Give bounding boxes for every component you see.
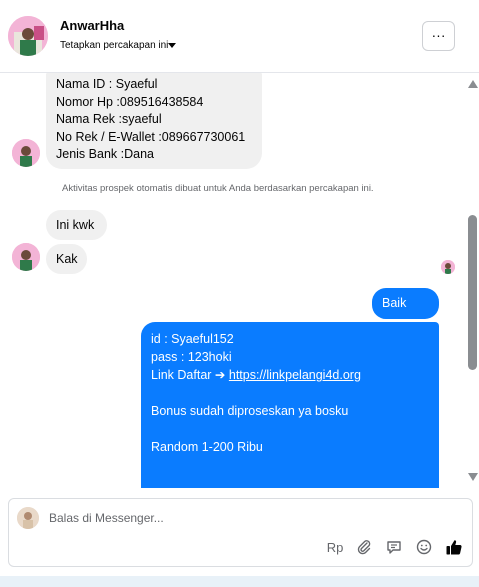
- seen-receipt-avatar: [441, 260, 455, 274]
- scrollbar[interactable]: [466, 73, 479, 488]
- link-prefix: Link Daftar ➔: [151, 368, 229, 382]
- scroll-down-arrow-icon[interactable]: [468, 473, 478, 481]
- message-line: Nomor Hp :089516438584: [56, 94, 204, 109]
- quick-reply-button[interactable]: [384, 537, 404, 557]
- contact-avatar-small: [12, 243, 40, 271]
- message-composer: Rp: [8, 498, 473, 567]
- message-outgoing: Baik kak: [372, 288, 439, 341]
- reply-input[interactable]: [49, 509, 409, 527]
- chevron-down-icon[interactable]: [168, 43, 176, 48]
- attach-icon: [357, 540, 371, 555]
- more-options-button[interactable]: ···: [422, 21, 455, 51]
- assign-conversation-label[interactable]: Tetapkan percakapan ini: [60, 40, 168, 51]
- contact-name[interactable]: AnwarHha: [60, 18, 124, 33]
- user-avatar: [17, 507, 39, 529]
- contact-avatar-small: [12, 139, 40, 167]
- register-link[interactable]: https://linkpelangi4d.org: [229, 368, 361, 382]
- contact-avatar[interactable]: [8, 16, 48, 56]
- message-thread[interactable]: Nama ID : Syaeful Nomor Hp :089516438584…: [0, 73, 479, 488]
- system-note: Aktivitas prospek otomatis dibuat untuk …: [62, 183, 374, 194]
- message-incoming: Kak: [46, 244, 87, 274]
- emoji-button[interactable]: [414, 537, 434, 557]
- message-line: Nama ID : Syaeful: [56, 77, 158, 91]
- message-outgoing-credentials: id : Syaeful152 pass : 123hoki Link Daft…: [141, 322, 439, 488]
- scroll-up-arrow-icon[interactable]: [468, 80, 478, 88]
- currency-label: Rp: [326, 539, 344, 555]
- message-line: id : Syaeful152: [151, 332, 234, 346]
- message-line: Link Daftar ➔ https://linkpelangi4d.org: [151, 366, 429, 384]
- message-line: Random 1-200 Ribu: [151, 440, 263, 454]
- message-line: No Rek / E-Wallet :089667730061: [56, 129, 246, 144]
- like-button[interactable]: [443, 537, 465, 557]
- scrollbar-thumb[interactable]: [468, 215, 477, 370]
- message-line: Jenis Bank :Dana: [56, 147, 154, 161]
- currency-button[interactable]: Rp: [325, 537, 345, 557]
- emoji-icon: [416, 539, 432, 555]
- like-icon: [446, 540, 462, 555]
- footer-bar: [0, 576, 479, 587]
- message-line: Bonus sudah diproseskan ya bosku: [151, 404, 349, 418]
- message-account-details: Nama ID : Syaeful Nomor Hp :089516438584…: [46, 73, 262, 169]
- quick-reply-icon: [387, 541, 401, 554]
- attach-button[interactable]: [354, 537, 374, 557]
- message-incoming: Ini kwk: [46, 210, 107, 240]
- message-line: Nama Rek :syaeful: [56, 112, 162, 126]
- message-line: pass : 123hoki: [151, 350, 232, 364]
- conversation-header: AnwarHha Tetapkan percakapan ini ···: [0, 0, 479, 73]
